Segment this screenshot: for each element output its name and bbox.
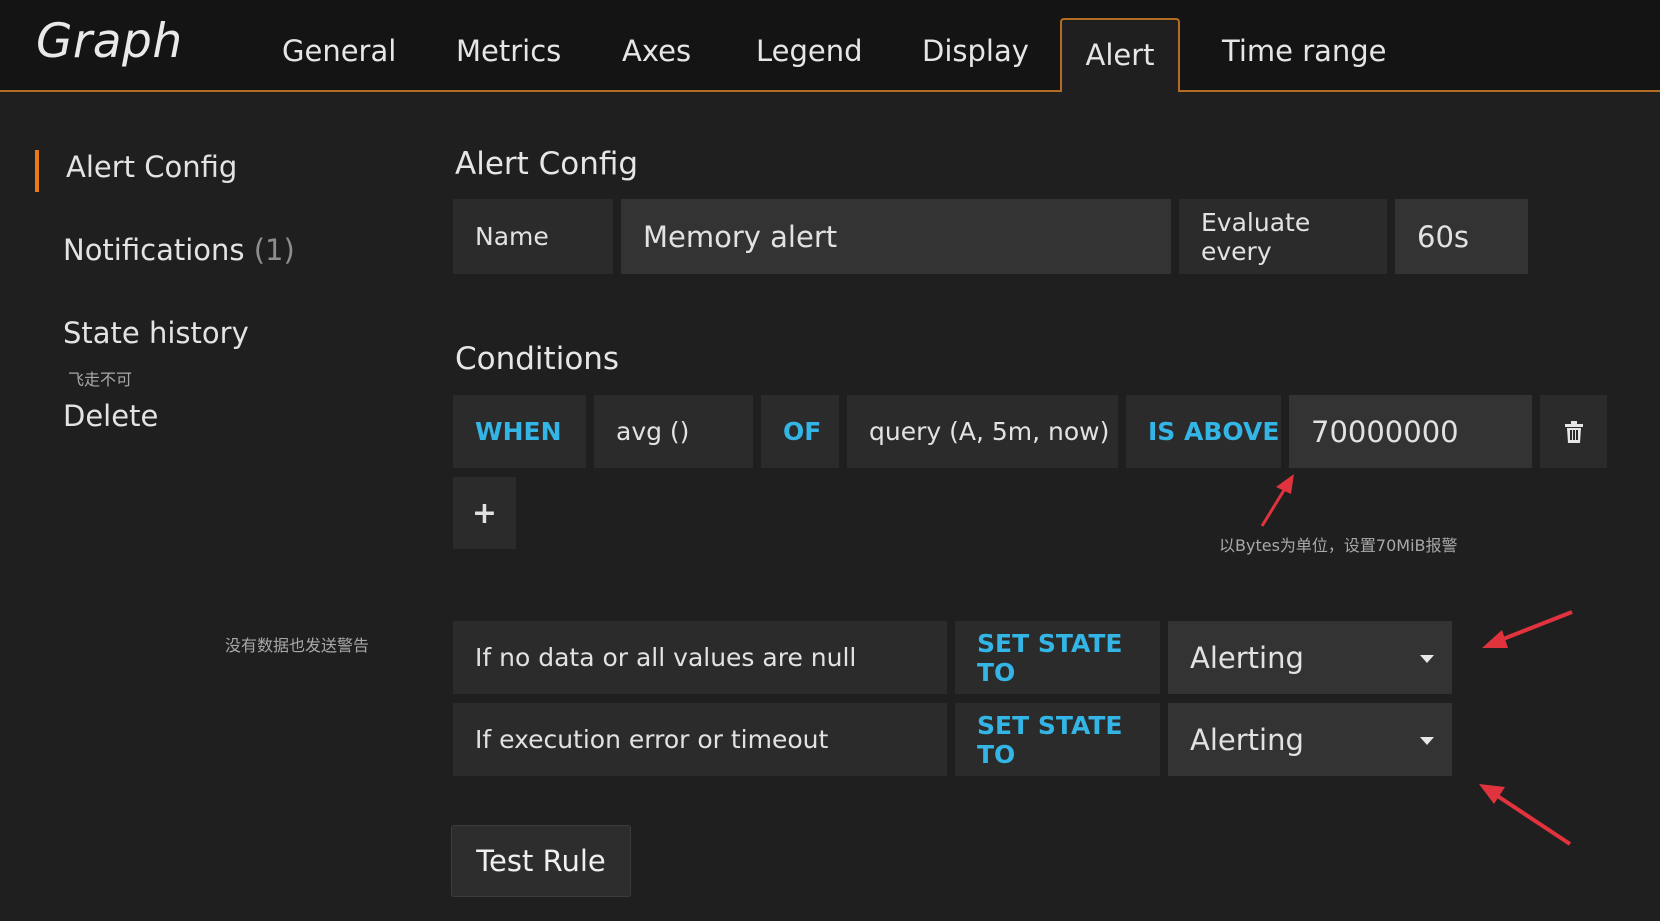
threshold-arrow-icon <box>1260 474 1294 527</box>
alert-panel-editor: Graph General Metrics Axes Legend Displa… <box>0 0 1660 921</box>
no-data-arrow-icon <box>1482 610 1573 648</box>
exec-error-arrow-icon <box>1479 784 1572 846</box>
annotation-arrows <box>1260 474 1573 846</box>
